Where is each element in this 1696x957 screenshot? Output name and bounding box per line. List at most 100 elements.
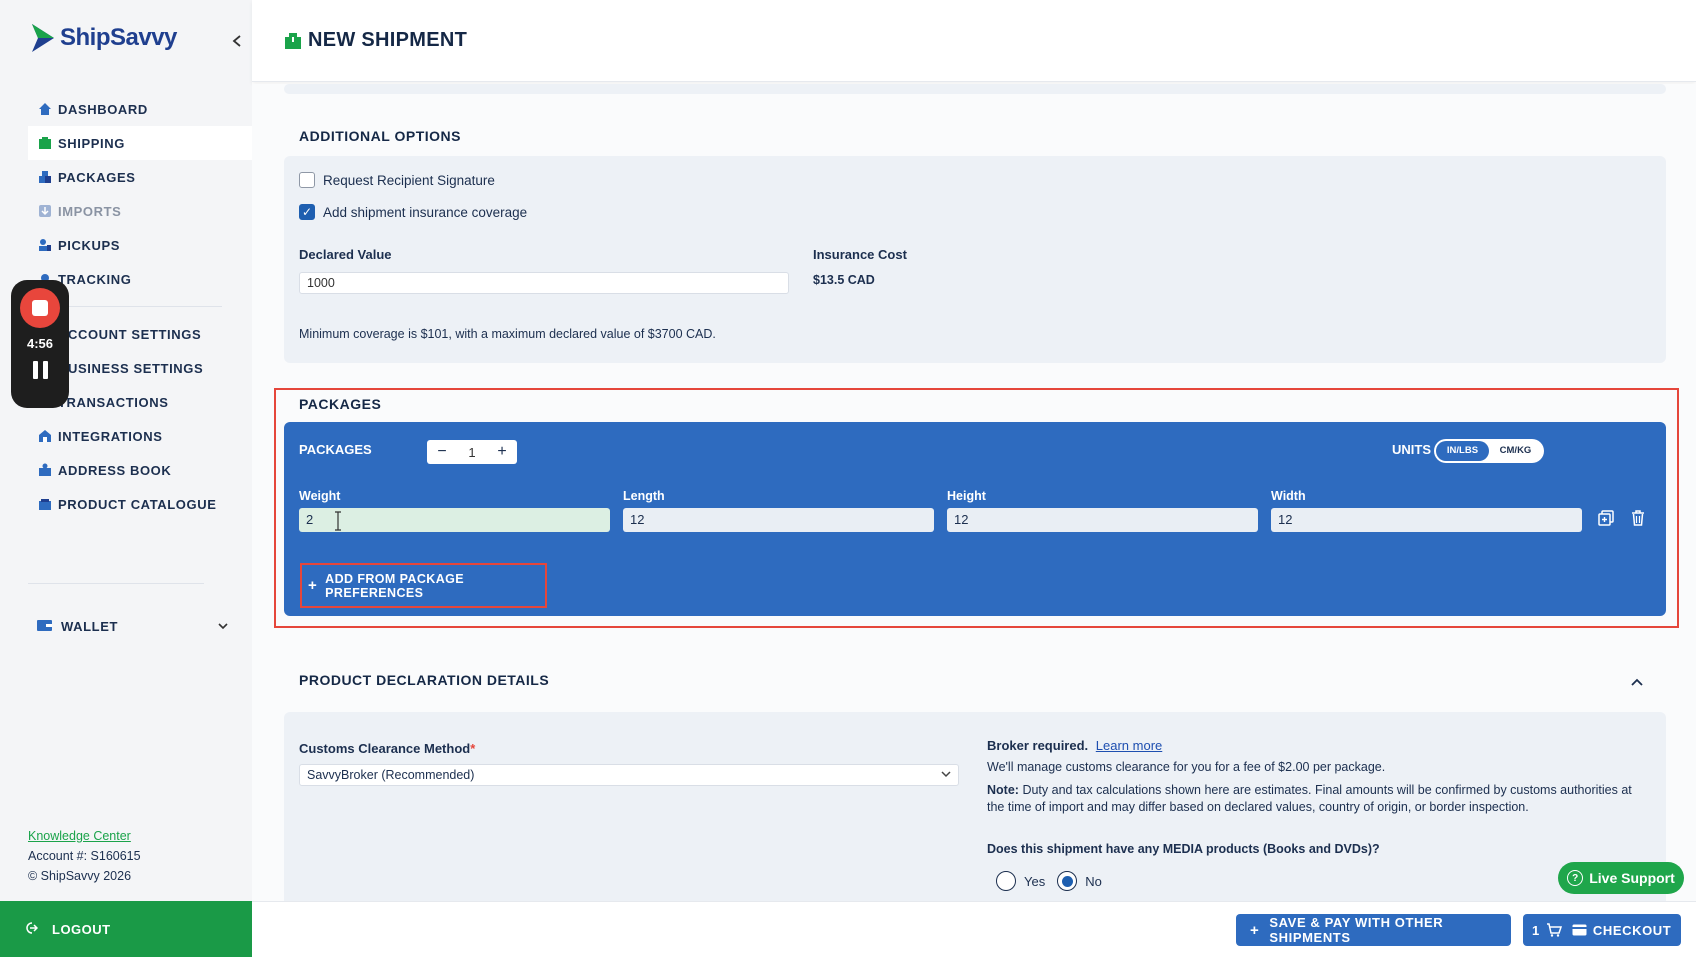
width-input[interactable]: 12 bbox=[1271, 508, 1582, 532]
shipping-box-icon bbox=[37, 136, 52, 151]
length-input[interactable]: 12 bbox=[623, 508, 934, 532]
collapse-sidebar-button[interactable] bbox=[226, 30, 248, 52]
logout-icon bbox=[24, 921, 39, 938]
length-label: Length bbox=[623, 489, 665, 503]
sidebar-item-product-catalogue[interactable]: PRODUCT CATALOGUE bbox=[28, 487, 252, 521]
signature-label: Request Recipient Signature bbox=[323, 172, 495, 188]
stop-recording-button[interactable] bbox=[20, 288, 60, 328]
page-title: NEW SHIPMENT bbox=[308, 29, 468, 51]
note-label: Note: bbox=[987, 783, 1019, 797]
duplicate-icon bbox=[1598, 510, 1614, 526]
collapse-section-button[interactable] bbox=[1630, 674, 1644, 692]
insurance-cost-label: Insurance Cost bbox=[813, 247, 907, 262]
wallet-icon bbox=[37, 619, 52, 634]
increment-button[interactable]: + bbox=[487, 443, 517, 461]
sidebar-item-wallet[interactable]: WALLET bbox=[28, 611, 228, 641]
logout-button[interactable]: LOGOUT bbox=[0, 901, 252, 957]
sidebar-item-integrations[interactable]: INTEGRATIONS bbox=[28, 419, 252, 453]
sidebar-item-label: IMPORTS bbox=[58, 203, 122, 219]
address-book-icon bbox=[37, 463, 52, 478]
brand-name: ShipSavvy bbox=[60, 24, 177, 51]
broker-required-text: Broker required. bbox=[987, 738, 1089, 753]
sidebar-item-label: SHIPPING bbox=[58, 135, 125, 151]
product-declaration-panel: Customs Clearance Method* SavvyBroker (R… bbox=[284, 712, 1666, 901]
sidebar-item-shipping[interactable]: SHIPPING bbox=[28, 126, 252, 160]
live-support-label: Live Support bbox=[1589, 870, 1675, 886]
media-radio-group: Yes No bbox=[996, 871, 1102, 891]
save-pay-other-shipments-button[interactable]: + SAVE & PAY WITH OTHER SHIPMENTS bbox=[1236, 914, 1511, 946]
integrations-icon bbox=[37, 429, 52, 444]
weight-label: Weight bbox=[299, 489, 341, 503]
insurance-label: Add shipment insurance coverage bbox=[323, 204, 528, 220]
height-label: Height bbox=[947, 489, 986, 503]
screen-recorder-widget: 4:56 bbox=[11, 280, 69, 408]
units-toggle[interactable]: IN/LBS CM/KG bbox=[1434, 439, 1544, 463]
declared-value-label: Declared Value bbox=[299, 247, 392, 262]
customs-method-label: Customs Clearance Method* bbox=[299, 741, 475, 756]
help-icon: ? bbox=[1567, 870, 1584, 886]
package-count-stepper[interactable]: − 1 + bbox=[427, 440, 517, 464]
sidebar-item-dashboard[interactable]: DASHBOARD bbox=[28, 92, 252, 126]
customs-method-select[interactable]: SavvyBroker (Recommended) bbox=[299, 764, 959, 786]
declared-value-input[interactable]: 1000 bbox=[299, 272, 789, 294]
customs-method-label-text: Customs Clearance Method bbox=[299, 741, 471, 756]
media-no-radio[interactable] bbox=[1057, 871, 1078, 891]
required-mark: * bbox=[470, 741, 476, 756]
catalogue-icon bbox=[37, 497, 52, 512]
additional-options-title: ADDITIONAL OPTIONS bbox=[299, 128, 461, 144]
sidebar-item-label: BUSINESS SETTINGS bbox=[58, 360, 204, 376]
signature-checkbox[interactable] bbox=[299, 172, 315, 188]
logout-label: LOGOUT bbox=[52, 921, 111, 937]
account-number: Account #: S160615 bbox=[28, 849, 141, 863]
sidebar-item-packages[interactable]: PACKAGES bbox=[28, 160, 252, 194]
sidebar-divider bbox=[48, 306, 222, 307]
duplicate-package-button[interactable] bbox=[1597, 508, 1615, 528]
signature-option[interactable]: Request Recipient Signature bbox=[299, 172, 495, 188]
sidebar-footer: Knowledge Center Account #: S160615 © Sh… bbox=[28, 826, 141, 886]
page-header: NEW SHIPMENT bbox=[252, 0, 1696, 82]
insurance-checkbox[interactable]: ✓ bbox=[299, 204, 315, 220]
sidebar-item-label: PACKAGES bbox=[58, 169, 136, 185]
live-support-button[interactable]: ? Live Support bbox=[1558, 862, 1684, 894]
copyright: © ShipSavvy 2026 bbox=[28, 869, 132, 883]
sidebar-item-label: TRACKING bbox=[58, 271, 132, 287]
checkout-button[interactable]: 1 CHECKOUT bbox=[1523, 914, 1681, 946]
weight-input[interactable]: 2 bbox=[299, 508, 610, 532]
sidebar-item-address-book[interactable]: ADDRESS BOOK bbox=[28, 453, 252, 487]
sidebar: ShipSavvy DASHBOARD SHIPPING PACKAGES IM… bbox=[0, 0, 252, 957]
product-declaration-title: PRODUCT DECLARATION DETAILS bbox=[299, 672, 550, 688]
note-text: Duty and tax calculations shown here are… bbox=[987, 783, 1632, 814]
sidebar-item-imports[interactable]: IMPORTS bbox=[28, 194, 252, 228]
previous-section-panel bbox=[284, 84, 1666, 94]
learn-more-link[interactable]: Learn more bbox=[1096, 738, 1162, 753]
units-label: UNITS bbox=[1392, 442, 1431, 457]
stop-icon bbox=[32, 300, 48, 316]
chevron-up-icon bbox=[1631, 678, 1643, 686]
media-no-label: No bbox=[1085, 873, 1102, 889]
card-icon bbox=[1572, 924, 1587, 936]
packages-count-label: PACKAGES bbox=[299, 442, 372, 457]
add-from-package-preferences-button[interactable]: + ADD FROM PACKAGE PREFERENCES bbox=[300, 563, 547, 608]
sidebar-item-label: PRODUCT CATALOGUE bbox=[58, 496, 217, 512]
cart-icon bbox=[1546, 923, 1562, 937]
save-pay-label: SAVE & PAY WITH OTHER SHIPMENTS bbox=[1269, 915, 1444, 945]
cart-count: 1 bbox=[1532, 922, 1540, 938]
decrement-button[interactable]: − bbox=[427, 443, 457, 461]
pickups-icon bbox=[37, 238, 52, 253]
checkout-label: CHECKOUT bbox=[1592, 922, 1672, 938]
chevron-down-icon bbox=[218, 619, 228, 633]
width-label: Width bbox=[1271, 489, 1306, 503]
packages-icon bbox=[37, 170, 52, 185]
units-option-in-lbs[interactable]: IN/LBS bbox=[1436, 441, 1489, 461]
units-option-cm-kg[interactable]: CM/KG bbox=[1489, 441, 1542, 461]
brand-logo[interactable]: ShipSavvy bbox=[30, 22, 177, 54]
pause-recording-button[interactable] bbox=[32, 361, 48, 379]
sidebar-item-pickups[interactable]: PICKUPS bbox=[28, 228, 252, 262]
chevron-left-icon bbox=[232, 35, 241, 47]
insurance-option[interactable]: ✓ Add shipment insurance coverage bbox=[299, 204, 527, 220]
media-yes-radio[interactable] bbox=[996, 871, 1016, 891]
delete-package-button[interactable] bbox=[1629, 508, 1647, 528]
duty-note: Note: Duty and tax calculations shown he… bbox=[987, 782, 1647, 816]
height-input[interactable]: 12 bbox=[947, 508, 1258, 532]
knowledge-center-link[interactable]: Knowledge Center bbox=[28, 829, 131, 843]
